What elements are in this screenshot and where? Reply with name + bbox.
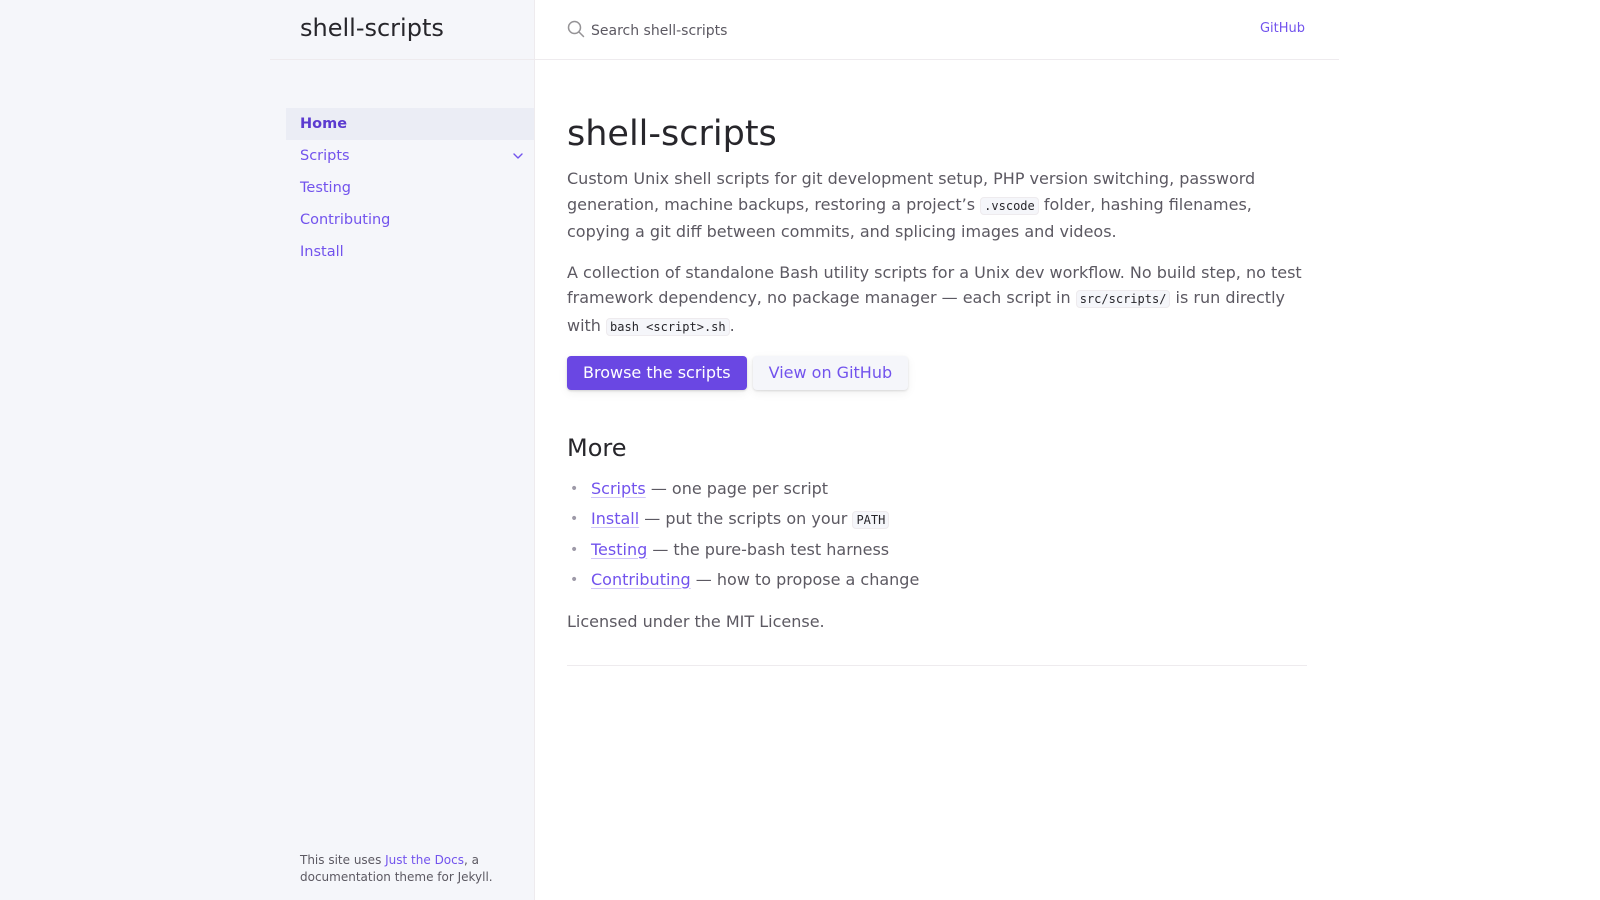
list-item: • Contributing — how to propose a change bbox=[567, 565, 1307, 595]
list-item: • Testing — the pure-bash test harness bbox=[567, 535, 1307, 565]
scripts-link[interactable]: Scripts bbox=[591, 479, 646, 498]
sidebar-item-testing[interactable]: Testing bbox=[286, 172, 534, 204]
more-heading: More bbox=[567, 433, 627, 462]
sidebar-item-contributing[interactable]: Contributing bbox=[286, 204, 534, 236]
sidebar-nav: Home Scripts Testing Contributing Instal… bbox=[286, 108, 534, 268]
footer-prefix: This site uses bbox=[300, 853, 386, 867]
sidebar-item-label[interactable]: Home bbox=[300, 116, 347, 132]
site-title[interactable]: shell-scripts bbox=[300, 14, 444, 42]
sidebar-item-label[interactable]: Contributing bbox=[300, 212, 390, 228]
testing-link[interactable]: Testing bbox=[591, 540, 647, 559]
search-input[interactable] bbox=[591, 23, 891, 39]
list-item-text: — how to propose a change bbox=[690, 569, 920, 589]
sidebar-item-home[interactable]: Home bbox=[286, 108, 534, 140]
contributing-link[interactable]: Contributing bbox=[591, 570, 691, 589]
sidebar-footer: This site uses Just the Docs, a document… bbox=[300, 852, 510, 886]
search-bar[interactable] bbox=[567, 20, 891, 42]
list-item-text: — one page per script bbox=[645, 478, 829, 498]
sidebar-item-label[interactable]: Testing bbox=[300, 180, 351, 196]
inline-code: PATH bbox=[852, 510, 890, 529]
more-list: • Scripts — one page per script • Install … bbox=[567, 474, 1307, 595]
footer-divider bbox=[567, 664, 1307, 666]
bullet-icon: • bbox=[570, 480, 579, 497]
list-item: • Scripts — one page per script bbox=[567, 474, 1307, 504]
top-header: GitHub bbox=[535, 0, 1339, 60]
collection-text: . bbox=[729, 315, 735, 335]
sidebar-item-label[interactable]: Scripts bbox=[300, 148, 350, 164]
sidebar-item-scripts[interactable]: Scripts bbox=[286, 140, 534, 172]
bullet-icon: • bbox=[570, 510, 579, 527]
button-row: Browse the scripts View on GitHub bbox=[567, 355, 1307, 390]
bullet-icon: • bbox=[570, 541, 579, 558]
list-item: • Install — put the scripts on your PATH bbox=[567, 504, 1307, 535]
collection-paragraph: A collection of standalone Bash utility … bbox=[567, 260, 1307, 341]
inline-code: .vscode bbox=[980, 196, 1039, 215]
sidebar-header: shell-scripts bbox=[270, 0, 534, 60]
just-the-docs-link[interactable]: Just the Docs bbox=[385, 853, 464, 867]
page-title: shell-scripts bbox=[567, 114, 777, 154]
browse-scripts-button[interactable]: Browse the scripts bbox=[567, 355, 747, 390]
sidebar-item-label[interactable]: Install bbox=[300, 244, 344, 260]
chevron-down-icon[interactable] bbox=[510, 148, 526, 164]
inline-code: bash <script>.sh bbox=[606, 317, 730, 336]
github-link[interactable]: GitHub bbox=[1260, 21, 1305, 36]
sidebar-item-install[interactable]: Install bbox=[286, 236, 534, 268]
list-item-text: — the pure-bash test harness bbox=[647, 539, 890, 559]
inline-code: src/scripts/ bbox=[1075, 290, 1171, 309]
main-content: shell-scripts Custom Unix shell scripts … bbox=[567, 112, 1307, 666]
install-link[interactable]: Install bbox=[591, 509, 639, 528]
intro-paragraph: Custom Unix shell scripts for git develo… bbox=[567, 166, 1307, 245]
search-icon bbox=[567, 20, 585, 42]
license-text: Licensed under the MIT License. bbox=[567, 611, 825, 631]
view-on-github-button[interactable]: View on GitHub bbox=[752, 355, 909, 390]
bullet-icon: • bbox=[570, 571, 579, 588]
list-item-text: — put the scripts on your bbox=[639, 508, 853, 528]
